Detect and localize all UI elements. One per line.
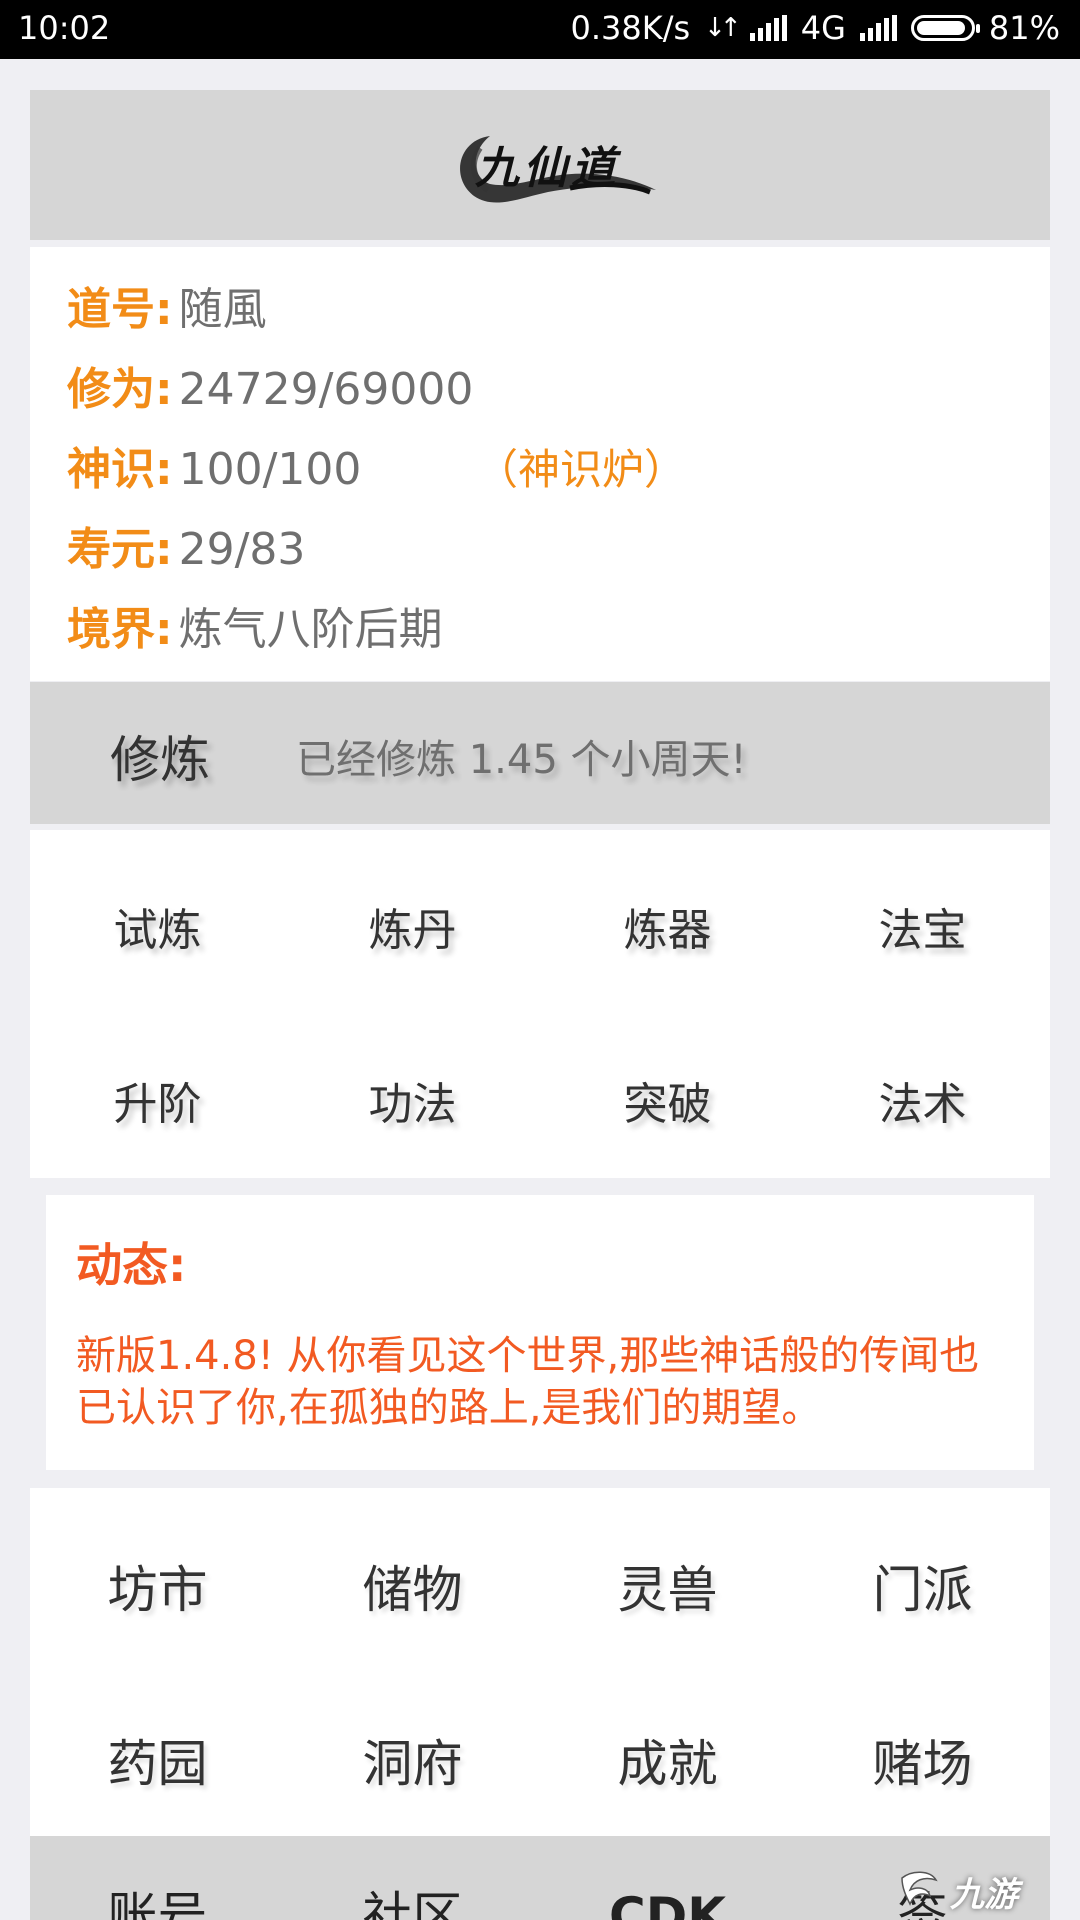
cultivation-bar: 修炼 已经修炼 1.45 个小周天! — [30, 682, 1050, 824]
action-alchemy-button[interactable]: 炼丹 — [285, 894, 540, 958]
nine-game-logo-icon — [901, 1871, 938, 1906]
logo-text: 九仙道 — [475, 143, 619, 194]
action-sect-button[interactable]: 门派 — [795, 1550, 1050, 1622]
logo-banner: 九仙道 — [30, 90, 1050, 240]
profile-label: 神识: — [67, 444, 173, 495]
battery-icon — [910, 15, 980, 41]
watermark-text: 九游 — [950, 1874, 1018, 1915]
action-forge-button[interactable]: 炼器 — [540, 894, 795, 958]
news-panel: 动态: 新版1.4.8! 从你看见这个世界,那些神话般的传闻也已认识了你,在孤独… — [46, 1195, 1034, 1470]
primary-actions-panel: 试炼 炼丹 炼器 法宝 升阶 功法 突破 法术 — [30, 830, 1050, 1178]
network-type: 4G — [800, 9, 846, 47]
news-body: 新版1.4.8! 从你看见这个世界,那些神话般的传闻也已认识了你,在孤独的路上,… — [76, 1333, 980, 1431]
signal-icon — [749, 15, 787, 41]
action-storage-button[interactable]: 储物 — [285, 1550, 540, 1622]
profile-row-realm: 境界: 炼气八阶后期 — [67, 600, 443, 660]
signal-icon-2 — [859, 15, 897, 41]
action-spells-button[interactable]: 法术 — [795, 1068, 1050, 1132]
profile-value: 100/100 — [178, 444, 362, 495]
action-treasure-button[interactable]: 法宝 — [795, 894, 1050, 958]
status-right: 0.38K/s ↓↑ 4G 81% — [570, 9, 1060, 47]
bottom-account-button[interactable]: 账号 — [30, 1886, 285, 1920]
profile-value: 随風 — [178, 284, 267, 335]
profile-row-name: 道号: 随風 — [67, 280, 267, 340]
status-time: 10:02 — [18, 9, 111, 47]
profile-label: 修为: — [67, 364, 173, 415]
action-cave-dwelling-button[interactable]: 洞府 — [285, 1724, 540, 1796]
news-title: 动态: — [76, 1238, 187, 1292]
profile-value: 29/83 — [178, 524, 306, 575]
profile-label: 寿元: — [67, 524, 173, 575]
bottom-community-button[interactable]: 社区 — [285, 1886, 540, 1920]
profile-label: 境界: — [67, 604, 173, 655]
action-trial-button[interactable]: 试炼 — [30, 894, 285, 958]
profile-row-cultivation: 修为: 24729/69000 — [67, 360, 473, 420]
action-breakthrough-button[interactable]: 突破 — [540, 1068, 795, 1132]
bottom-cdk-button[interactable]: CDK — [540, 1886, 795, 1920]
data-transfer-icon: ↓↑ — [704, 13, 741, 43]
profile-label: 道号: — [67, 284, 173, 335]
secondary-actions-panel: 坊市 储物 灵兽 门派 药园 洞府 成就 赌场 — [30, 1488, 1050, 1836]
action-achievements-button[interactable]: 成就 — [540, 1724, 795, 1796]
game-logo: 九仙道 — [450, 118, 662, 214]
action-spirit-beast-button[interactable]: 灵兽 — [540, 1550, 795, 1622]
cultivate-button[interactable]: 修炼 — [110, 720, 210, 792]
action-casino-button[interactable]: 赌场 — [795, 1724, 1050, 1796]
watermark: 九游 — [894, 1862, 1074, 1920]
profile-row-lifespan: 寿元: 29/83 — [67, 520, 305, 580]
action-upgrade-button[interactable]: 升阶 — [30, 1068, 285, 1132]
battery-percent: 81% — [988, 9, 1060, 47]
divine-furnace-link[interactable]: （神识炉） — [476, 440, 686, 500]
profile-row-divine-sense: 神识: 100/100 — [67, 440, 361, 500]
net-speed: 0.38K/s — [570, 9, 691, 47]
status-bar: 10:02 0.38K/s ↓↑ 4G 81% — [0, 0, 1080, 59]
action-herb-garden-button[interactable]: 药园 — [30, 1724, 285, 1796]
profile-value: 24729/69000 — [178, 364, 474, 415]
cultivation-status: 已经修炼 1.45 个小周天! — [296, 737, 747, 783]
profile-value: 炼气八阶后期 — [178, 604, 443, 655]
action-market-button[interactable]: 坊市 — [30, 1550, 285, 1622]
action-technique-button[interactable]: 功法 — [285, 1068, 540, 1132]
